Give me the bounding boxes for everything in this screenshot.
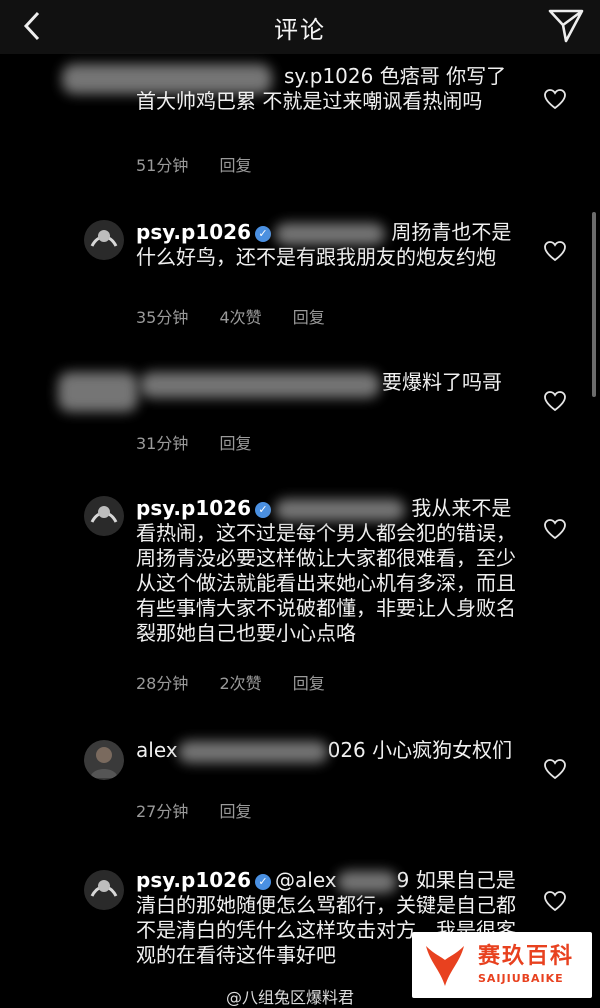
comment-time: 35分钟 <box>136 308 189 327</box>
avatar[interactable] <box>84 220 124 260</box>
fox-tail-icon <box>426 946 464 986</box>
avatar[interactable] <box>84 740 124 780</box>
comment-meta: 51分钟 回复 <box>136 152 277 176</box>
comment-username[interactable]: psy.p1026 <box>136 220 251 244</box>
comment-mention[interactable]: @alex <box>275 868 337 892</box>
comment-time: 31分钟 <box>136 434 189 453</box>
heart-icon[interactable] <box>543 518 567 540</box>
header-bar: 评论 <box>0 0 600 54</box>
comment-username[interactable]: psy.p1026 <box>136 868 251 892</box>
redacted-mention <box>336 870 397 893</box>
heart-icon[interactable] <box>543 240 567 262</box>
comment-time: 27分钟 <box>136 802 189 821</box>
comment-mention[interactable]: 026 <box>328 738 366 762</box>
comment-meta: 28分钟 2次赞 回复 <box>136 670 351 694</box>
redacted-username <box>177 740 328 763</box>
verified-icon: ✓ <box>255 874 271 890</box>
watermark-logo-en: SAIJIUBAIKE <box>478 972 564 985</box>
heart-icon[interactable] <box>543 758 567 780</box>
comment-text: psy.p1026 ✓ 周扬青也不是什么好鸟，还不是有跟我朋友的炮友约炮 <box>136 220 512 269</box>
comment-meta: 31分钟 回复 <box>136 430 277 454</box>
comment-text: sy.p1026 色痞哥 你写了首大帅鸡巴累 不就是过来嘲讽看热闹吗 <box>136 64 507 113</box>
redacted-mention <box>275 222 385 245</box>
reply-button[interactable]: 回复 <box>219 156 251 175</box>
comment-time: 28分钟 <box>136 674 189 693</box>
like-count[interactable]: 2次赞 <box>219 674 261 693</box>
verified-icon: ✓ <box>255 502 271 518</box>
comment-text: 要爆料了吗哥 <box>382 370 502 394</box>
heart-icon[interactable] <box>543 88 567 110</box>
comment-meta: 27分钟 回复 <box>136 798 277 822</box>
like-count[interactable]: 4次赞 <box>219 308 261 327</box>
reply-button[interactable]: 回复 <box>293 308 325 327</box>
comment-username[interactable]: alex <box>136 738 178 762</box>
comment-meta: 35分钟 4次赞 回复 <box>136 304 351 328</box>
comment-text: psy.p1026 ✓ 我从来不是看热闹，这不过是每个男人都会犯的错误，周扬青没必… <box>136 496 516 645</box>
avatar[interactable] <box>84 496 124 536</box>
verified-icon: ✓ <box>255 226 271 242</box>
reply-button[interactable]: 回复 <box>219 802 251 821</box>
redacted-mention <box>275 498 405 521</box>
page-title: 评论 <box>274 16 326 44</box>
watermark-logo-cn: 赛玖百科 <box>478 944 575 969</box>
comment-mention[interactable]: sy.p1026 <box>284 64 373 88</box>
heart-icon[interactable] <box>543 890 567 912</box>
watermark-source: @八组兔区爆料君 <box>226 988 355 1007</box>
heart-icon[interactable] <box>543 390 567 412</box>
scrollbar[interactable] <box>592 212 596 397</box>
reply-button[interactable]: 回复 <box>293 674 325 693</box>
comment-text: alex 026 小心疯狗女权们 <box>136 738 513 763</box>
comment-time: 51分钟 <box>136 156 189 175</box>
reply-button[interactable]: 回复 <box>219 434 251 453</box>
comment-username[interactable]: psy.p1026 <box>136 496 251 520</box>
watermark-logo: 赛玖百科 SAIJIUBAIKE <box>412 932 592 998</box>
send-icon[interactable] <box>546 7 586 45</box>
redacted-avatar <box>58 372 138 412</box>
avatar[interactable] <box>84 870 124 910</box>
